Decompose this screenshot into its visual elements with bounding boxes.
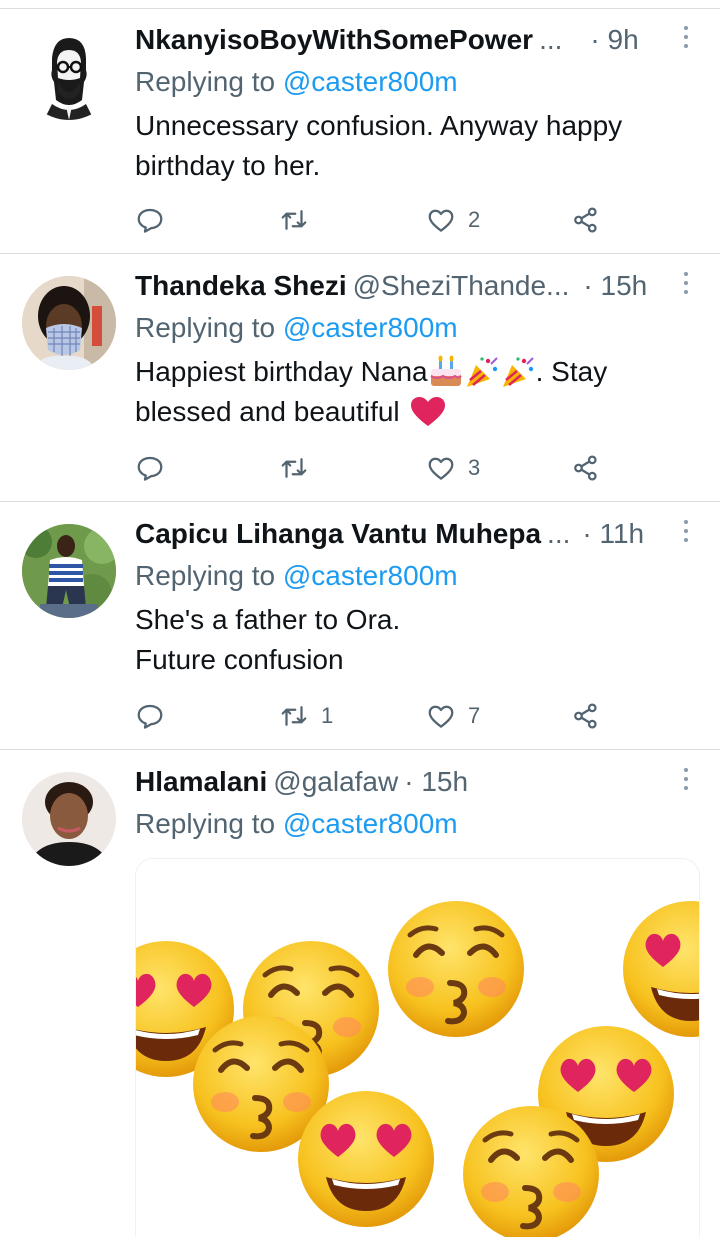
retweet-icon <box>281 458 307 478</box>
replying-to: Replying to @caster800m <box>135 804 698 844</box>
reply-tweet[interactable]: Thandeka Shezi @SheziThande... · 15h Rep… <box>0 254 720 502</box>
more-icon[interactable] <box>682 520 690 546</box>
avatar-image <box>22 524 116 618</box>
tweet-text-line: Unnecessary confusion. Anyway happy <box>135 110 623 141</box>
tweet-text-line: She's a father to Ora. <box>135 604 401 635</box>
retweet-icon <box>281 210 307 230</box>
avatar[interactable] <box>22 276 116 370</box>
tweet-header: NkanyisoBoyWithSomePower ... · 9h <box>135 20 698 60</box>
timestamp[interactable]: · 11h <box>582 518 644 550</box>
like-button[interactable]: 7 <box>426 698 480 734</box>
display-name[interactable]: Thandeka Shezi <box>135 270 347 302</box>
tweet-text-line: blessed and beautiful <box>135 396 400 427</box>
avatar-image <box>22 276 116 370</box>
replying-to-label: Replying to <box>135 560 283 591</box>
like-count: 3 <box>468 455 481 480</box>
share-icon <box>574 703 597 729</box>
tweet-text-line: . Stay <box>535 356 608 387</box>
red-heart-emoji <box>410 397 445 426</box>
reply-icon <box>137 704 163 729</box>
tweet-text-line: Future confusion <box>135 644 344 675</box>
display-name[interactable]: Capicu Lihanga Vantu Muhepa <box>135 518 541 550</box>
replying-to-handle[interactable]: @caster800m <box>283 66 458 97</box>
party-popper-emoji <box>502 357 534 387</box>
timestamp[interactable]: · 15h <box>404 766 468 798</box>
more-icon[interactable] <box>682 272 690 298</box>
like-count: 7 <box>468 703 481 728</box>
tweet-header: Thandeka Shezi @SheziThande... · 15h <box>135 266 698 306</box>
reply-tweet[interactable]: NkanyisoBoyWithSomePower ... · 9h Replyi… <box>0 8 720 254</box>
tweet-header: Hlamalani @galafaw · 15h <box>135 762 698 802</box>
share-button[interactable] <box>571 698 601 734</box>
more-icon[interactable] <box>682 768 690 794</box>
birthday-cake-emoji <box>430 355 462 386</box>
reply-button[interactable] <box>135 450 177 486</box>
ellipsis: ... <box>547 518 571 549</box>
heart-icon <box>428 209 454 232</box>
avatar[interactable] <box>22 26 116 120</box>
tweet-text: Unnecessary confusion. Anyway happy birt… <box>135 106 698 186</box>
replying-to-label: Replying to <box>135 312 283 343</box>
share-icon <box>574 207 597 233</box>
reply-button[interactable] <box>135 698 177 734</box>
like-button[interactable]: 2 <box>426 202 480 238</box>
tweet-text-line: birthday to her. <box>135 150 321 181</box>
tweet-media-image[interactable] <box>135 858 700 1237</box>
replying-to-handle[interactable]: @caster800m <box>283 312 458 343</box>
replying-to-label: Replying to <box>135 66 283 97</box>
user-handle[interactable]: @SheziThande... <box>353 270 570 302</box>
tweet-text-line: Happiest birthday Nana <box>135 356 428 387</box>
tweet-header: Capicu Lihanga Vantu Muhepa ... · 11h <box>135 514 698 554</box>
replying-to: Replying to @caster800m <box>135 308 698 348</box>
reply-button[interactable] <box>135 202 177 238</box>
retweet-button[interactable]: 1 <box>279 698 333 734</box>
tweet-text: She's a father to Ora. Future confusion <box>135 600 698 680</box>
retweet-icon <box>281 706 307 726</box>
more-icon[interactable] <box>682 26 690 52</box>
retweet-count: 1 <box>321 703 334 728</box>
display-name[interactable]: Hlamalani <box>135 766 267 798</box>
share-icon <box>574 455 597 481</box>
party-popper-emoji <box>466 357 498 387</box>
avatar-image <box>22 772 116 866</box>
retweet-button[interactable] <box>279 450 321 486</box>
timestamp[interactable]: · 9h <box>590 24 638 56</box>
reply-icon <box>137 456 163 481</box>
replying-to-handle[interactable]: @caster800m <box>283 808 458 839</box>
like-button[interactable]: 3 <box>426 450 480 486</box>
heart-icon <box>428 705 454 728</box>
replying-to-handle[interactable]: @caster800m <box>283 560 458 591</box>
reply-tweet[interactable]: Capicu Lihanga Vantu Muhepa ... · 11h Re… <box>0 502 720 750</box>
replying-to: Replying to @caster800m <box>135 62 698 102</box>
like-count: 2 <box>468 207 481 232</box>
heart-icon <box>428 457 454 480</box>
reply-icon <box>137 208 163 233</box>
user-handle[interactable]: @galafaw <box>273 766 398 798</box>
retweet-button[interactable] <box>279 202 321 238</box>
share-button[interactable] <box>571 450 601 486</box>
emoji-collage <box>136 859 699 1237</box>
ellipsis: ... <box>539 24 563 55</box>
replying-to-label: Replying to <box>135 808 283 839</box>
timestamp[interactable]: · 15h <box>583 270 647 302</box>
share-button[interactable] <box>571 202 601 238</box>
tweet-text: Happiest birthday Nana . Stay blessed an… <box>135 352 698 432</box>
display-name[interactable]: NkanyisoBoyWithSomePower <box>135 24 533 56</box>
avatar[interactable] <box>22 524 116 618</box>
avatar-image <box>22 26 116 120</box>
avatar[interactable] <box>22 772 116 866</box>
replying-to: Replying to @caster800m <box>135 556 698 596</box>
